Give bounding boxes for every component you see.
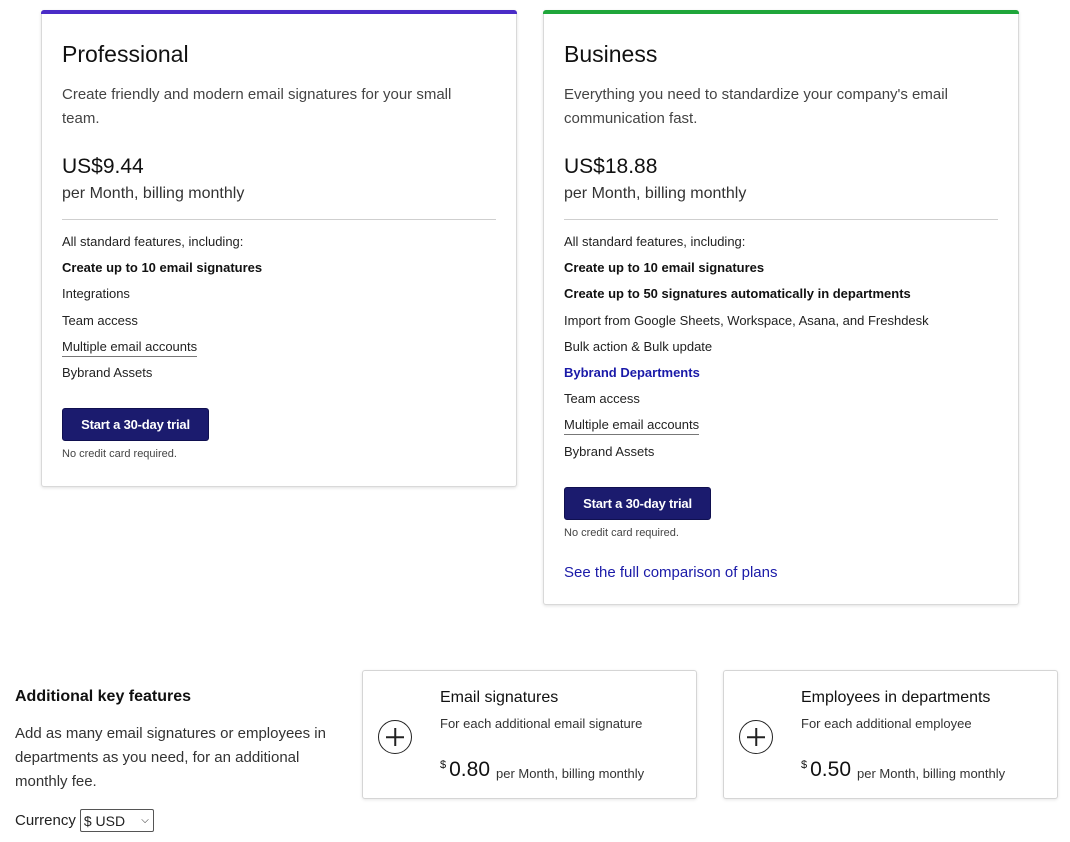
currency-row: Currency $ USD ⌵ (15, 809, 154, 832)
addon-price: $ 0.80 per Month, billing monthly (440, 758, 644, 782)
plan-description: Everything you need to standardize your … (564, 86, 948, 127)
compare-plans-link[interactable]: See the full comparison of plans (564, 564, 777, 581)
start-trial-button[interactable]: Start a 30-day trial (62, 408, 209, 441)
feature-link-departments[interactable]: Bybrand Departments (564, 363, 929, 389)
features-heading: All standard features, including: (62, 234, 244, 249)
plan-title: Business (564, 41, 658, 67)
plan-accent-bar (543, 10, 1019, 14)
currency-symbol: $ (440, 759, 447, 771)
addon-title: Employees in departments (801, 689, 991, 706)
addon-price: $ 0.50 per Month, billing monthly (801, 758, 1005, 782)
currency-selected-value: $ USD (83, 812, 126, 829)
plan-card-business: Business Everything you need to standard… (543, 10, 1019, 605)
feature-item: Team access (564, 391, 640, 407)
feature-item: Bulk action & Bulk update (564, 338, 713, 354)
plus-circle-icon[interactable] (378, 720, 412, 754)
plan-period: per Month, billing monthly (564, 185, 747, 202)
plan-period: per Month, billing monthly (62, 185, 245, 202)
currency-select[interactable]: $ USD ⌵ (79, 809, 154, 832)
start-trial-button[interactable]: Start a 30-day trial (564, 487, 711, 520)
feature-item: Integrations (62, 286, 130, 302)
addon-subtitle: For each additional employee (801, 716, 972, 731)
currency-symbol: $ (801, 759, 808, 771)
additional-features-description: Add as many email signatures or employee… (15, 725, 326, 790)
addon-period: per Month, billing monthly (857, 766, 1006, 781)
addon-title: Email signatures (440, 689, 559, 706)
addon-card-email-signatures: Email signatures For each additional ema… (362, 670, 697, 799)
feature-item: Bybrand Assets (62, 364, 153, 380)
no-credit-card-note: No credit card required. (564, 527, 679, 539)
feature-item: Bybrand Assets (564, 443, 655, 459)
divider (62, 219, 496, 220)
feature-list: All standard features, including: Create… (62, 232, 262, 389)
addon-amount: 0.50 (810, 758, 851, 781)
addon-amount: 0.80 (449, 758, 490, 781)
feature-list: All standard features, including: Create… (564, 232, 929, 468)
currency-label: Currency (15, 812, 76, 829)
feature-item: Import from Google Sheets, Workspace, As… (564, 312, 929, 328)
no-credit-card-note: No credit card required. (62, 448, 177, 460)
feature-item-tooltip[interactable]: Multiple email accounts (564, 415, 929, 441)
plus-circle-icon[interactable] (739, 720, 773, 754)
divider (564, 219, 998, 220)
feature-item: Create up to 10 email signatures (564, 260, 765, 276)
addon-card-employees: Employees in departments For each additi… (723, 670, 1058, 799)
feature-item: Create up to 50 signatures automatically… (564, 286, 911, 302)
chevron-down-icon: ⌵ (141, 815, 149, 826)
features-heading: All standard features, including: (564, 234, 746, 249)
plan-description: Create friendly and modern email signatu… (62, 86, 452, 127)
plan-card-professional: Professional Create friendly and modern … (41, 10, 517, 487)
addon-subtitle: For each additional email signature (440, 716, 643, 731)
plan-price: US$9.44 (62, 155, 144, 178)
feature-item: Team access (62, 312, 138, 328)
feature-item: Create up to 10 email signatures (62, 260, 263, 276)
plan-accent-bar (41, 10, 517, 14)
feature-item-tooltip[interactable]: Multiple email accounts (62, 337, 262, 363)
addon-period: per Month, billing monthly (496, 766, 645, 781)
plan-title: Professional (62, 41, 189, 67)
additional-features-title: Additional key features (15, 688, 192, 705)
plan-price: US$18.88 (564, 155, 658, 178)
